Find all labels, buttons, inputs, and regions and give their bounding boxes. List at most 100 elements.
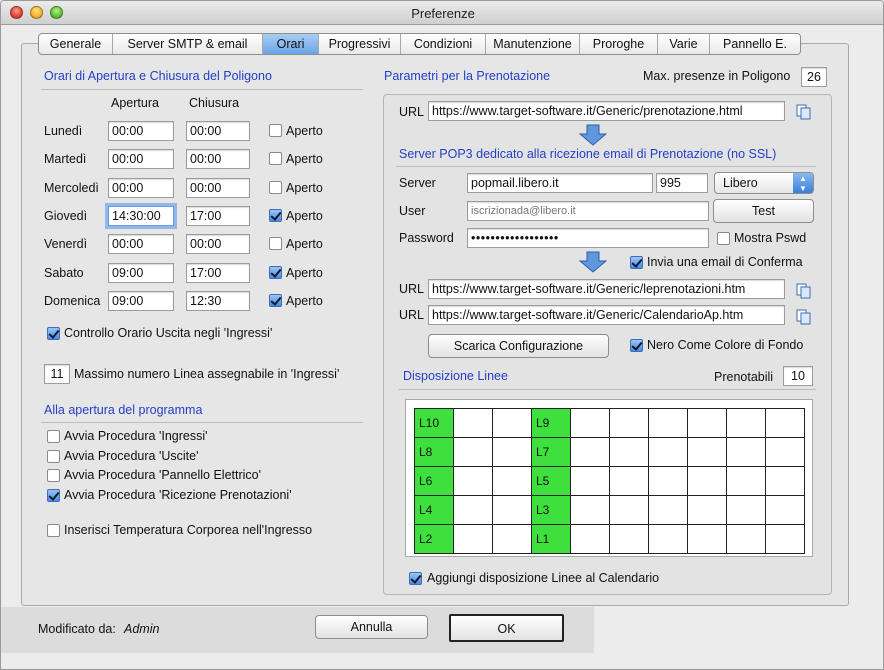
apertura-time-field[interactable]: 14:30:00 xyxy=(108,205,174,226)
linea-cell[interactable] xyxy=(765,408,805,438)
linea-cell[interactable] xyxy=(648,524,688,554)
linea-cell[interactable] xyxy=(453,437,493,467)
avvia-procedura-checkbox[interactable] xyxy=(47,469,60,482)
chiusura-time-field[interactable]: 00:00 xyxy=(186,177,250,198)
linea-cell[interactable] xyxy=(453,466,493,496)
linea-cell[interactable] xyxy=(570,524,610,554)
aperto-checkbox[interactable] xyxy=(269,152,282,166)
linea-cell[interactable] xyxy=(609,408,649,438)
linea-cell[interactable] xyxy=(492,408,532,438)
avvia-procedura-checkbox[interactable] xyxy=(47,430,60,443)
aperto-checkbox[interactable] xyxy=(269,265,282,279)
ok-button[interactable]: OK xyxy=(449,614,564,642)
linea-cell[interactable] xyxy=(765,466,805,496)
linea-cell[interactable] xyxy=(648,408,688,438)
linea-cell[interactable] xyxy=(765,437,805,467)
linea-cell-active[interactable]: L9 xyxy=(531,408,571,438)
copy-url1-icon[interactable] xyxy=(796,104,812,120)
linea-cell-active[interactable]: L8 xyxy=(414,437,454,467)
linea-cell-active[interactable]: L1 xyxy=(531,524,571,554)
max-linea-field[interactable]: 11 xyxy=(44,364,70,384)
aperto-checkbox[interactable] xyxy=(269,124,282,137)
tab-pannello-e[interactable]: Pannello E. xyxy=(710,34,800,54)
password-field[interactable]: •••••••••••••••••• xyxy=(467,228,709,248)
chiusura-time-field[interactable]: 00:00 xyxy=(186,149,250,170)
linea-cell-active[interactable]: L10 xyxy=(414,408,454,438)
server-field[interactable]: popmail.libero.it xyxy=(467,173,653,193)
linea-cell[interactable] xyxy=(570,466,610,496)
nero-colore-fondo-checkbox[interactable] xyxy=(630,339,643,352)
linea-cell[interactable] xyxy=(609,495,649,525)
chiusura-time-field[interactable]: 17:00 xyxy=(186,205,250,226)
linea-cell[interactable] xyxy=(726,466,766,496)
linea-cell-active[interactable]: L2 xyxy=(414,524,454,554)
mostra-password-checkbox[interactable] xyxy=(717,232,730,245)
port-field[interactable]: 995 xyxy=(656,173,708,193)
linea-cell[interactable] xyxy=(570,437,610,467)
linea-cell[interactable] xyxy=(609,437,649,467)
chiusura-time-field[interactable]: 00:00 xyxy=(186,121,250,141)
scarica-configurazione-button[interactable]: Scarica Configurazione xyxy=(428,334,609,358)
linea-cell[interactable] xyxy=(492,495,532,525)
tab-varie[interactable]: Varie xyxy=(658,34,710,54)
linea-cell[interactable] xyxy=(726,524,766,554)
linea-cell[interactable] xyxy=(726,437,766,467)
linea-cell[interactable] xyxy=(570,495,610,525)
linea-cell[interactable] xyxy=(609,524,649,554)
linea-cell[interactable] xyxy=(726,495,766,525)
test-button[interactable]: Test xyxy=(713,199,814,223)
aperto-checkbox[interactable] xyxy=(269,180,282,194)
linea-cell[interactable] xyxy=(648,495,688,525)
aperto-checkbox[interactable] xyxy=(269,293,282,307)
linea-cell[interactable] xyxy=(609,466,649,496)
linea-cell[interactable] xyxy=(687,524,727,554)
temperatura-checkbox[interactable] xyxy=(47,524,60,537)
copy-url3-icon[interactable] xyxy=(796,309,812,325)
title-bar[interactable]: Preferenze xyxy=(1,1,883,25)
linea-cell[interactable] xyxy=(492,524,532,554)
tab-generale[interactable]: Generale xyxy=(39,34,113,54)
linea-cell[interactable] xyxy=(687,466,727,496)
tab-server-smtp-email[interactable]: Server SMTP & email xyxy=(113,34,263,54)
user-field[interactable]: iscrizionada@libero.it xyxy=(467,201,709,221)
linea-cell[interactable] xyxy=(687,408,727,438)
apertura-time-field[interactable]: 09:00 xyxy=(108,290,174,311)
controllo-orario-checkbox[interactable] xyxy=(47,327,60,340)
avvia-procedura-checkbox[interactable] xyxy=(47,449,60,463)
linea-cell[interactable] xyxy=(492,466,532,496)
copy-url2-icon[interactable] xyxy=(796,283,812,299)
linea-cell[interactable] xyxy=(687,437,727,467)
linea-cell[interactable] xyxy=(648,437,688,467)
linea-cell-active[interactable]: L6 xyxy=(414,466,454,496)
tab-condizioni[interactable]: Condizioni xyxy=(401,34,486,54)
linea-cell[interactable] xyxy=(570,408,610,438)
tab-orari[interactable]: Orari xyxy=(263,34,319,54)
avvia-procedura-checkbox[interactable] xyxy=(47,488,60,502)
linea-cell-active[interactable]: L3 xyxy=(531,495,571,525)
tab-manutenzione[interactable]: Manutenzione xyxy=(486,34,580,54)
invia-conferma-checkbox[interactable] xyxy=(630,256,643,269)
linea-cell[interactable] xyxy=(492,437,532,467)
apertura-time-field[interactable]: 00:00 xyxy=(108,177,174,198)
linea-cell[interactable] xyxy=(453,524,493,554)
linea-cell[interactable] xyxy=(765,495,805,525)
max-presenze-field[interactable]: 26 xyxy=(801,67,827,87)
url-prenotazione-field[interactable]: https://www.target-software.it/Generic/p… xyxy=(428,101,785,121)
chiusura-time-field[interactable]: 12:30 xyxy=(186,290,250,311)
aperto-checkbox[interactable] xyxy=(269,237,282,251)
url-leprenotazioni-field[interactable]: https://www.target-software.it/Generic/l… xyxy=(428,279,785,299)
aggiungi-calendario-checkbox[interactable] xyxy=(409,572,422,585)
apertura-time-field[interactable]: 09:00 xyxy=(108,262,174,283)
linea-cell[interactable] xyxy=(726,408,766,438)
linea-cell-active[interactable]: L7 xyxy=(531,437,571,467)
linea-cell[interactable] xyxy=(453,495,493,525)
linea-cell-active[interactable]: L5 xyxy=(531,466,571,496)
aperto-checkbox[interactable] xyxy=(269,208,282,222)
tab-progressivi[interactable]: Progressivi xyxy=(319,34,401,54)
apertura-time-field[interactable]: 00:00 xyxy=(108,121,174,141)
apertura-time-field[interactable]: 00:00 xyxy=(108,234,174,255)
linea-cell-active[interactable]: L4 xyxy=(414,495,454,525)
tab-proroghe[interactable]: Proroghe xyxy=(580,34,658,54)
prenotabili-field[interactable]: 10 xyxy=(783,366,813,386)
linea-cell[interactable] xyxy=(453,408,493,438)
